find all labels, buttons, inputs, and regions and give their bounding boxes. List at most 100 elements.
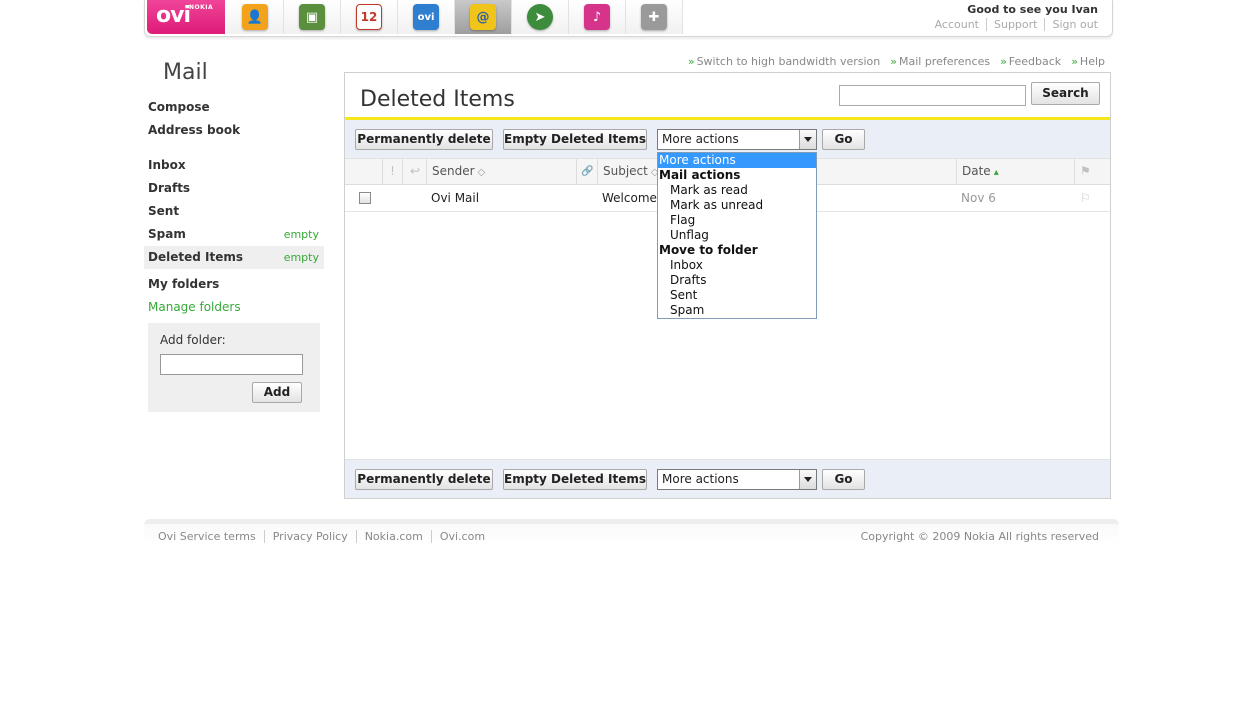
search-button[interactable]: Search [1031, 82, 1100, 105]
photos-icon: ▣ [299, 4, 325, 30]
drafts-label: Drafts [148, 181, 191, 195]
address-book-link[interactable]: Address book [144, 119, 324, 142]
sidebar-item-inbox[interactable]: Inbox [144, 154, 324, 177]
manage-folders-link[interactable]: Manage folders [144, 296, 324, 319]
empty-deleted-button[interactable]: Empty Deleted Items [503, 469, 647, 490]
sent-label: Sent [148, 204, 180, 218]
mail-preferences-link[interactable]: » Mail preferences [890, 55, 990, 68]
more-actions-select[interactable]: More actions [657, 129, 817, 150]
sort-ascending-icon: ▴ [993, 167, 999, 178]
dropdown-option-mark-unread[interactable]: Mark as unread [658, 198, 816, 213]
app-tabs: 👤 ▣ 12 ovi @ ➤ ♪ ✚ [227, 0, 683, 34]
footer: Ovi Service terms Privacy Policy Nokia.c… [144, 519, 1119, 547]
sender-column-label: Sender [432, 164, 475, 178]
dropdown-option-drafts[interactable]: Drafts [658, 273, 816, 288]
permanently-delete-button[interactable]: Permanently delete [355, 129, 493, 150]
date-column-label: Date [962, 164, 991, 178]
address-book-label: Address book [148, 123, 241, 137]
high-bandwidth-link[interactable]: » Switch to high bandwidth version [688, 55, 880, 68]
folder-title: Deleted Items [360, 87, 515, 112]
add-folder-button[interactable]: Add [252, 382, 302, 403]
priority-icon[interactable]: ! [382, 159, 402, 184]
compose-link[interactable]: Compose [144, 96, 324, 119]
app-tab-contacts[interactable]: 👤 [227, 0, 284, 34]
permanently-delete-button[interactable]: Permanently delete [355, 469, 493, 490]
empty-deleted-button[interactable]: Empty Deleted Items [503, 129, 647, 150]
mail-preferences-label: Mail preferences [898, 55, 991, 68]
dropdown-group-mail-actions: Mail actions [659, 168, 741, 182]
app-tab-maps[interactable]: ➤ [512, 0, 569, 34]
privacy-policy-link[interactable]: Privacy Policy [263, 530, 356, 543]
high-bandwidth-label: Switch to high bandwidth version [696, 55, 881, 68]
add-folder-input[interactable] [160, 354, 303, 375]
add-folder-label: Add folder: [160, 333, 226, 347]
service-terms-link[interactable]: Ovi Service terms [150, 530, 264, 543]
sidebar-item-drafts[interactable]: Drafts [144, 177, 324, 200]
dropdown-option-inbox[interactable]: Inbox [658, 258, 816, 273]
more-actions-select[interactable]: More actions [657, 469, 817, 490]
logo-sub: NOKIA [189, 4, 214, 11]
my-folders-heading: My folders [144, 273, 324, 296]
greeting: Good to see you Ivan [967, 3, 1098, 16]
dropdown-option-sent[interactable]: Sent [658, 288, 816, 303]
account-link[interactable]: Account [928, 18, 986, 31]
music-icon: ♪ [584, 4, 610, 30]
subject-column-label: Subject [603, 164, 648, 178]
ovi-logo[interactable]: ovi NOKIA [147, 0, 225, 34]
dropdown-option-spam[interactable]: Spam [658, 303, 816, 318]
reply-icon[interactable]: ↩ [402, 159, 427, 184]
feedback-label: Feedback [1008, 55, 1062, 68]
more-actions-value: More actions [662, 132, 739, 146]
feedback-link[interactable]: » Feedback [1000, 55, 1061, 68]
spam-empty-link[interactable]: empty [284, 223, 319, 246]
toolbar-bottom: Permanently delete Empty Deleted Items M… [345, 459, 1110, 498]
sender-column[interactable]: Sender ◇ [426, 159, 576, 184]
chevron-down-icon[interactable] [799, 470, 816, 489]
go-button[interactable]: Go [822, 129, 865, 150]
dropdown-option-flag[interactable]: Flag [658, 213, 816, 228]
sidebar-item-spam[interactable]: Spam empty [144, 223, 324, 246]
nokia-com-link[interactable]: Nokia.com [355, 530, 431, 543]
sidebar-item-sent[interactable]: Sent [144, 200, 324, 223]
chevron-down-icon[interactable] [799, 130, 816, 149]
help-label: Help [1079, 55, 1105, 68]
app-tab-games[interactable]: ✚ [626, 0, 683, 34]
row-subject: Welcome [602, 191, 657, 205]
top-bar: ovi NOKIA 👤 ▣ 12 ovi @ ➤ ♪ ✚ Good to see… [144, 0, 1113, 37]
support-link[interactable]: Support [986, 18, 1044, 31]
contacts-icon: 👤 [242, 4, 268, 30]
flag-column-icon[interactable]: ⚑ [1074, 159, 1110, 184]
files-icon: ovi [413, 4, 439, 30]
date-column[interactable]: Date ▴ [956, 159, 1074, 184]
attachment-icon[interactable]: 🔗 [576, 159, 598, 184]
logo-text: ovi [156, 3, 191, 28]
sidebar: Compose Address book Inbox Drafts Sent S… [144, 96, 324, 412]
inbox-label: Inbox [148, 158, 186, 172]
add-folder-box: Add folder: Add [148, 323, 320, 412]
deleted-empty-link[interactable]: empty [284, 246, 319, 269]
help-link[interactable]: » Help [1071, 55, 1105, 68]
go-button[interactable]: Go [822, 469, 865, 490]
calendar-icon: 12 [356, 4, 382, 30]
sort-icon: ◇ [477, 167, 486, 178]
dropdown-option-unflag[interactable]: Unflag [658, 228, 816, 243]
dropdown-group-move-to-folder: Move to folder [659, 243, 758, 257]
app-tab-files[interactable]: ovi [398, 0, 455, 34]
row-sender: Ovi Mail [431, 191, 480, 205]
dropdown-option-mark-read[interactable]: Mark as read [658, 183, 816, 198]
mail-icon: @ [470, 4, 496, 30]
app-tab-calendar[interactable]: 12 [341, 0, 398, 34]
app-tab-photos[interactable]: ▣ [284, 0, 341, 34]
flag-icon[interactable]: ⚐ [1080, 185, 1091, 212]
ovi-com-link[interactable]: Ovi.com [430, 530, 493, 543]
search-input[interactable] [839, 85, 1026, 106]
mail-title: Mail [163, 60, 208, 85]
app-tab-music[interactable]: ♪ [569, 0, 626, 34]
dropdown-option-more-actions[interactable]: More actions [658, 153, 816, 168]
sign-out-link[interactable]: Sign out [1044, 18, 1098, 31]
row-checkbox[interactable] [359, 192, 371, 204]
app-tab-mail[interactable]: @ [455, 0, 512, 34]
games-icon: ✚ [641, 4, 667, 30]
manage-folders-label: Manage folders [148, 300, 241, 314]
sidebar-item-deleted[interactable]: Deleted Items empty [144, 246, 324, 269]
